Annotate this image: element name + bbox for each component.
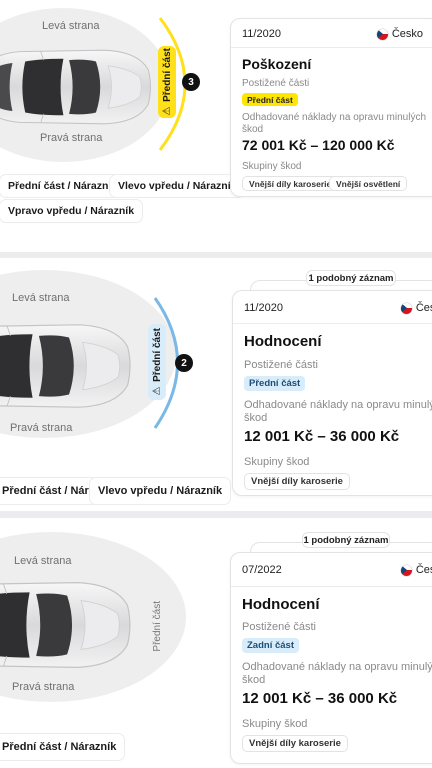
- affected-part-tag: Přední část: [242, 93, 298, 106]
- damage-chip[interactable]: Vlevo vpředu / Nárazník: [110, 175, 245, 197]
- front-part-label: Přední část: [151, 328, 163, 382]
- damage-record-3: Levá strana Pravá strana Přední část Pře…: [0, 518, 432, 768]
- country-name: Česko: [415, 302, 432, 314]
- affected-part-tag: Přední část: [244, 376, 306, 391]
- cost-range: 12 001 Kč – 36 000 Kč: [244, 428, 400, 445]
- front-part-label: Přední část: [151, 600, 163, 652]
- record-title: Poškození: [242, 56, 312, 72]
- left-side-label: Levá strana: [14, 555, 72, 567]
- affected-parts-label: Postižené části: [242, 78, 310, 89]
- record-title: Hodnocení: [244, 333, 322, 350]
- damage-record-1: Levá strana Pravá strana Přední část ⚠ 3…: [0, 0, 432, 252]
- cost-range: 12 001 Kč – 36 000 Kč: [242, 690, 398, 707]
- car-top-view-icon: [0, 318, 134, 414]
- affected-parts-label: Postižené části: [242, 621, 316, 633]
- record-card[interactable]: 11/2020 Česko Hodnocení Postižené části …: [232, 290, 432, 496]
- damage-chip[interactable]: Vpravo vpředu / Nárazník: [0, 200, 143, 222]
- affected-part-tag: Zadní část: [242, 638, 299, 653]
- damage-group-tag: Vnější díly karoserie: [242, 176, 339, 191]
- country-name: Česko: [391, 28, 423, 40]
- affected-parts-label: Postižené části: [244, 359, 318, 371]
- front-part-zone[interactable]: Přední část: [148, 596, 166, 656]
- damage-chip[interactable]: Přední část / Nárazník: [0, 175, 126, 197]
- damage-group-tag: Vnější díly karoserie: [242, 735, 348, 752]
- front-part-label: Přední část: [161, 48, 173, 102]
- card-divider: [231, 586, 432, 587]
- damage-count-badge: 2: [175, 354, 193, 372]
- cost-range: 72 001 Kč – 120 000 Kč: [242, 137, 395, 153]
- damage-chip[interactable]: Přední část / Nárazník: [0, 734, 125, 760]
- czech-flag-icon: [400, 564, 412, 576]
- similar-records-badge[interactable]: 1 podobný záznam: [302, 532, 390, 548]
- warning-triangle-icon: ⚠: [151, 386, 162, 396]
- damage-group-tag: Vnější díly karoserie: [244, 473, 350, 490]
- cost-label: Odhadované náklady na opravu minulých šk…: [244, 399, 432, 425]
- country-name: Česko: [415, 564, 432, 576]
- record-date: 11/2020: [242, 28, 281, 40]
- right-side-label: Pravá strana: [40, 132, 103, 144]
- czech-flag-icon: [376, 28, 388, 40]
- damage-chip[interactable]: Vlevo vpředu / Nárazník: [90, 478, 231, 504]
- czech-flag-icon: [400, 302, 412, 314]
- record-date: 07/2022: [242, 564, 282, 576]
- right-side-label: Pravá strana: [10, 422, 73, 434]
- section-separator: [0, 511, 432, 518]
- car-top-view-icon: [0, 44, 154, 130]
- damage-count-badge: 3: [182, 73, 200, 91]
- record-date: 11/2020: [244, 302, 283, 314]
- right-side-label: Pravá strana: [12, 681, 75, 693]
- cost-label: Odhadované náklady na opravu minulých šk…: [242, 112, 427, 135]
- record-country: Česko: [400, 564, 432, 576]
- car-top-view-icon: [0, 576, 134, 674]
- cost-label: Odhadované náklady na opravu minulých šk…: [242, 661, 432, 687]
- left-side-label: Levá strana: [12, 292, 70, 304]
- damage-group-tag: Vnější osvětlení: [329, 176, 408, 191]
- record-country: Česko: [376, 28, 423, 40]
- damage-groups-label: Skupiny škod: [244, 456, 310, 468]
- record-country: Česko: [400, 302, 432, 314]
- damage-groups-label: Skupiny škod: [242, 718, 308, 730]
- damage-groups-label: Skupiny škod: [242, 161, 302, 172]
- warning-triangle-icon: ⚠: [161, 106, 172, 116]
- record-card[interactable]: 07/2022 Česko Hodnocení Postižené části …: [230, 552, 432, 764]
- record-card[interactable]: 11/2020 Česko Poškození Postižené části …: [230, 18, 432, 197]
- card-divider: [233, 323, 432, 324]
- front-part-zone[interactable]: Přední část ⚠: [148, 324, 166, 400]
- record-title: Hodnocení: [242, 596, 320, 613]
- card-divider: [231, 47, 432, 48]
- damage-record-2: Levá strana Pravá strana Přední část ⚠ 2…: [0, 258, 432, 511]
- front-part-zone[interactable]: Přední část ⚠: [158, 46, 176, 118]
- similar-records-badge[interactable]: 1 podobný záznam: [306, 270, 396, 286]
- left-side-label: Levá strana: [42, 20, 100, 32]
